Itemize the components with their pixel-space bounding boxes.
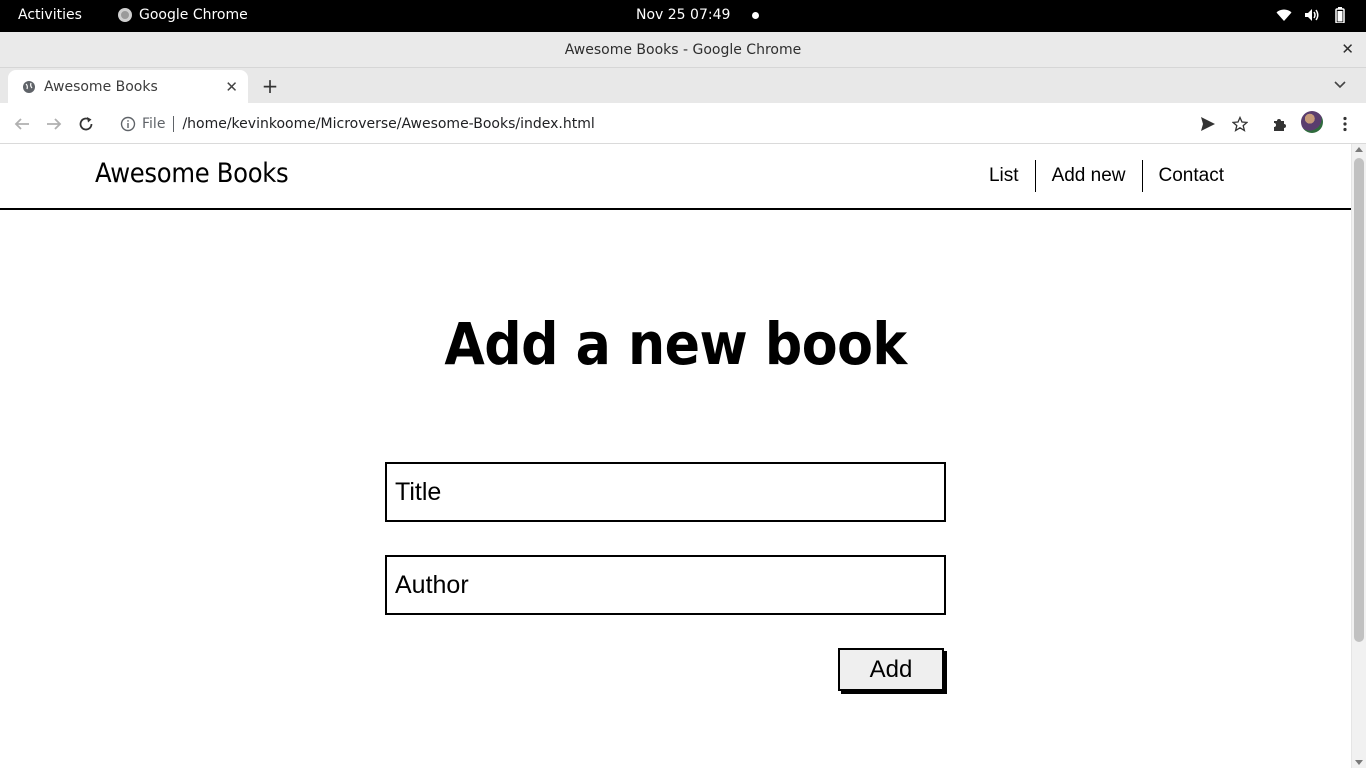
url-text[interactable]: /home/kevinkoome/Microverse/Awesome-Book… — [182, 116, 1260, 132]
page-viewport: Awesome Books List Add new Contact Add a… — [0, 144, 1366, 768]
battery-icon — [1332, 7, 1348, 23]
bookmark-button[interactable] — [1230, 114, 1250, 134]
forward-arrow-icon — [47, 118, 62, 130]
site-header: Awesome Books List Add new Contact — [0, 144, 1351, 210]
system-tray[interactable] — [1276, 7, 1348, 23]
address-bar[interactable]: File /home/kevinkoome/Microverse/Awesome… — [110, 108, 1260, 139]
site-brand: Awesome Books — [95, 158, 289, 189]
send-icon — [1201, 117, 1215, 131]
title-input[interactable] — [385, 462, 946, 522]
add-book-button[interactable]: Add — [838, 648, 944, 691]
url-scheme-label: File — [142, 115, 166, 132]
page-title: Add a new book — [444, 310, 907, 378]
puzzle-icon — [1274, 119, 1286, 131]
window-title: Awesome Books - Google Chrome — [564, 42, 802, 58]
nav-link-add-new[interactable]: Add new — [1036, 160, 1142, 192]
page-scrollbar[interactable] — [1351, 144, 1366, 768]
tab-close-icon[interactable]: ✕ — [225, 78, 238, 96]
tab-strip: Awesome Books ✕ + — [0, 68, 1366, 103]
author-input[interactable] — [385, 555, 946, 615]
activities-button[interactable]: Activities — [18, 7, 82, 23]
send-to-devices-button[interactable] — [1198, 114, 1218, 134]
site-nav: List Add new Contact — [973, 160, 1240, 192]
window-close-icon[interactable]: ✕ — [1341, 40, 1354, 58]
notification-dot-icon — [752, 12, 759, 19]
site-info-icon[interactable] — [120, 116, 136, 132]
system-top-bar: Activities Google Chrome Nov 25 07:49 — [0, 0, 1366, 32]
nav-link-list[interactable]: List — [973, 160, 1035, 192]
scroll-up-icon[interactable] — [1355, 147, 1363, 152]
chrome-app-icon — [118, 8, 132, 22]
star-icon — [1232, 116, 1248, 132]
back-arrow-icon — [14, 118, 29, 130]
scroll-down-icon[interactable] — [1355, 760, 1363, 765]
tab-search-chevron-icon[interactable] — [1332, 76, 1348, 92]
clock[interactable]: Nov 25 07:49 — [636, 7, 730, 23]
browser-toolbar: File /home/kevinkoome/Microverse/Awesome… — [0, 103, 1366, 144]
globe-icon — [23, 80, 35, 93]
back-button[interactable] — [12, 114, 32, 134]
forward-button[interactable] — [44, 114, 64, 134]
tab-title: Awesome Books — [44, 78, 158, 95]
profile-avatar[interactable] — [1301, 111, 1323, 133]
app-menu-label: Google Chrome — [139, 7, 248, 23]
reload-button[interactable] — [76, 114, 96, 134]
url-separator — [173, 115, 175, 132]
wifi-icon — [1276, 7, 1292, 23]
extensions-button[interactable] — [1270, 114, 1290, 134]
new-tab-button[interactable]: + — [259, 74, 281, 98]
app-menu[interactable]: Google Chrome — [118, 7, 248, 23]
scrollbar-thumb[interactable] — [1354, 158, 1364, 642]
tab-awesome-books[interactable]: Awesome Books ✕ — [8, 70, 248, 103]
window-titlebar: Awesome Books - Google Chrome ✕ — [0, 32, 1366, 68]
nav-link-contact[interactable]: Contact — [1143, 160, 1240, 192]
volume-icon — [1304, 7, 1320, 23]
more-vertical-icon — [1343, 116, 1347, 132]
chrome-menu-button[interactable] — [1335, 114, 1355, 134]
reload-icon — [79, 117, 93, 131]
